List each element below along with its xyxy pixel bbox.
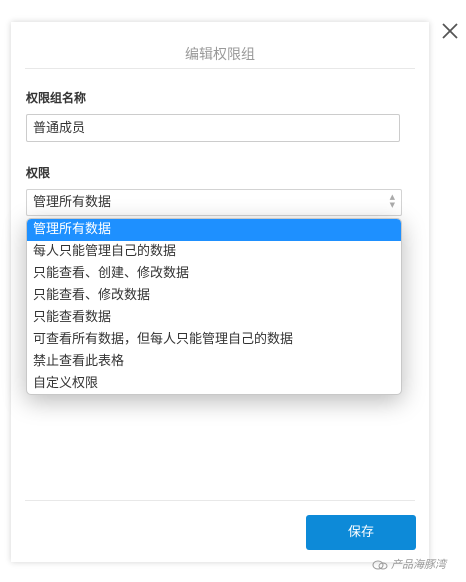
wechat-icon xyxy=(372,560,388,570)
watermark: 产品海豚湾 xyxy=(372,556,446,572)
permission-option[interactable]: 自定义权限 xyxy=(27,373,401,394)
permission-select-value: 管理所有数据 xyxy=(33,195,112,210)
close-icon[interactable] xyxy=(441,22,459,40)
divider xyxy=(25,500,415,501)
save-button[interactable]: 保存 xyxy=(306,515,416,550)
permission-option[interactable]: 管理所有数据 xyxy=(27,219,401,241)
permission-option[interactable]: 禁止查看此表格 xyxy=(27,351,401,373)
group-name-input[interactable]: 普通成员 xyxy=(26,114,400,142)
permission-select[interactable]: 管理所有数据 ▲ ▼ xyxy=(26,189,402,216)
permission-option[interactable]: 每人只能管理自己的数据 xyxy=(27,241,401,263)
permission-option[interactable]: 只能查看、创建、修改数据 xyxy=(27,263,401,285)
group-name-label: 权限组名称 xyxy=(26,91,87,105)
divider xyxy=(25,68,415,69)
permission-option[interactable]: 可查看所有数据，但每人只能管理自己的数据 xyxy=(27,329,401,351)
permission-option[interactable]: 只能查看、修改数据 xyxy=(27,285,401,307)
select-arrows-icon: ▲ ▼ xyxy=(389,193,395,209)
permission-label: 权限 xyxy=(26,166,51,180)
permission-dropdown: 管理所有数据 每人只能管理自己的数据 只能查看、创建、修改数据 只能查看、修改数… xyxy=(26,218,402,395)
permission-option[interactable]: 只能查看数据 xyxy=(27,307,401,329)
dialog-title: 编辑权限组 xyxy=(185,47,255,63)
watermark-text: 产品海豚湾 xyxy=(391,558,446,571)
edit-permission-group-dialog: 编辑权限组 权限组名称 普通成员 权限 管理所有数据 ▲ ▼ 管理所有数据 每人只… xyxy=(11,22,429,562)
